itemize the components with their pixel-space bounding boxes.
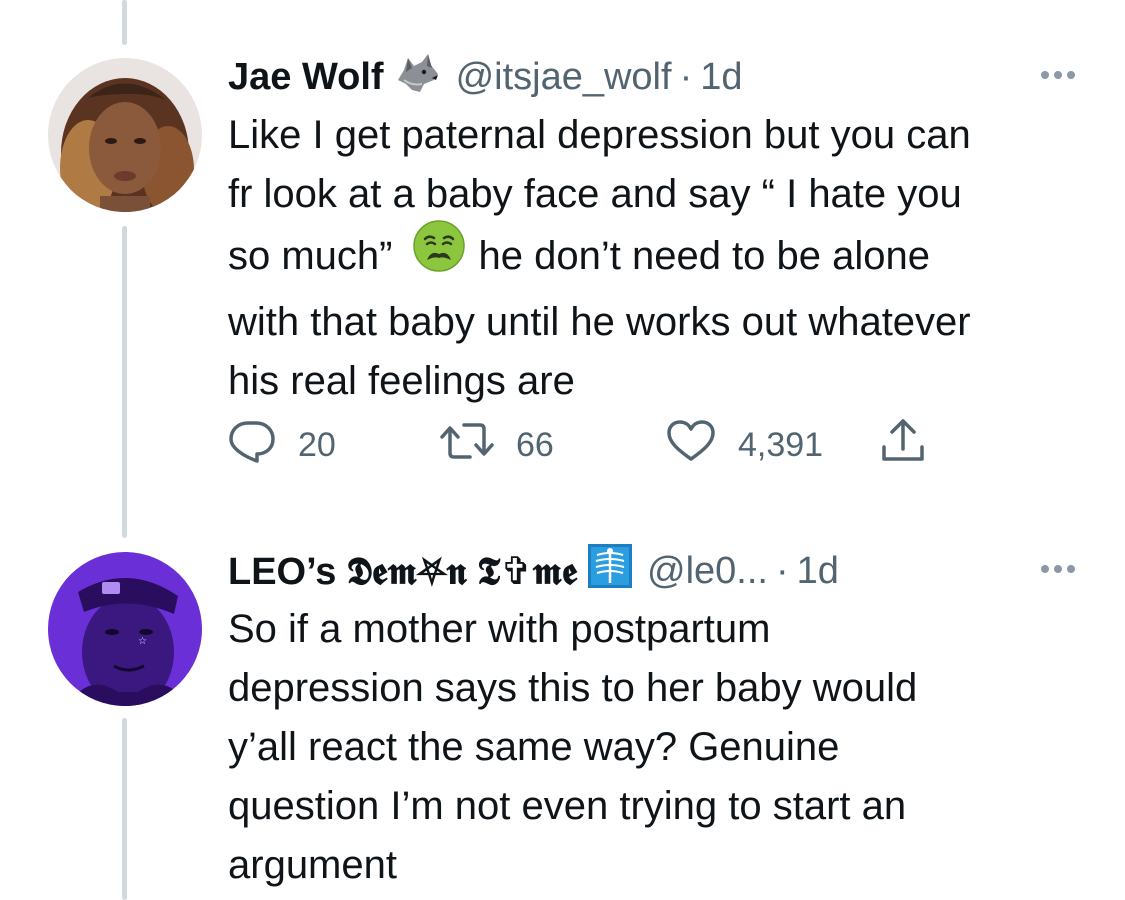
more-options-icon[interactable] [1028, 60, 1088, 90]
like-count: 4,391 [738, 425, 824, 464]
separator: · [679, 55, 693, 98]
text-line: depression says this to her baby would [228, 666, 918, 710]
tweet-thread: Jae Wolf @itsjae_wolf · 1d Like I get pa… [0, 0, 1125, 900]
tweet-leo[interactable]: ☆ LEO’s 𝕯𝖊𝖒⛧𝖓 𝕿✞𝖒𝖊 @le0... · 1d So if a … [0, 540, 1125, 900]
text-line: argument [228, 843, 397, 887]
tweet-content: LEO’s 𝕯𝖊𝖒⛧𝖓 𝕿✞𝖒𝖊 @le0... · 1d So if a mo… [228, 543, 1088, 895]
text-line: y’all react the same way? Genuine [228, 725, 840, 769]
tweet-text: So if a mother with postpartum depressio… [228, 600, 1088, 895]
reply-button[interactable]: 20 [228, 420, 336, 470]
nauseated-face-icon [412, 220, 465, 289]
avatar[interactable] [48, 58, 202, 212]
handle[interactable]: @le0... [647, 550, 768, 593]
handle[interactable]: @itsjae_wolf [456, 56, 672, 99]
text-line: fr look at a baby face and say “ I hate … [228, 172, 962, 216]
more-options-icon[interactable] [1028, 554, 1088, 584]
display-name[interactable]: Jae Wolf [228, 56, 384, 99]
like-button[interactable]: 4,391 [666, 419, 824, 472]
text-line: with that baby until he works out whatev… [228, 300, 971, 344]
separator: · [775, 549, 789, 592]
text-line: question I’m not even trying to start an [228, 784, 907, 828]
timestamp[interactable]: 1d [797, 550, 839, 593]
text-line: his real feelings are [228, 359, 575, 403]
text-line: So if a mother with postpartum [228, 607, 771, 651]
xray-emoji-icon [587, 543, 633, 599]
tweet-jae-wolf[interactable]: Jae Wolf @itsjae_wolf · 1d Like I get pa… [0, 0, 1125, 540]
share-icon [880, 417, 926, 474]
heart-icon [666, 419, 716, 472]
tweet-header: Jae Wolf @itsjae_wolf · 1d [228, 52, 1088, 102]
share-button[interactable] [880, 418, 926, 470]
tweet-content: Jae Wolf @itsjae_wolf · 1d Like I get pa… [228, 52, 1088, 464]
text-line: so much” he don’t need to be alone [228, 220, 1088, 293]
reply-count: 20 [298, 425, 336, 464]
text-segment: he don’t need to be alone [478, 234, 931, 279]
retweet-button[interactable]: 66 [440, 420, 554, 470]
tweet-text: Like I get paternal depression but you c… [228, 106, 1088, 411]
tweet-actions: 20 66 4,391 [228, 418, 948, 472]
tweet-header: LEO’s 𝕯𝖊𝖒⛧𝖓 𝕿✞𝖒𝖊 @le0... · 1d [228, 543, 1088, 599]
text-segment: so much” [228, 234, 393, 279]
reply-icon [228, 419, 276, 472]
timestamp[interactable]: 1d [700, 56, 742, 99]
display-name[interactable]: LEO’s 𝕯𝖊𝖒⛧𝖓 𝕿✞𝖒𝖊 [228, 549, 577, 594]
avatar[interactable]: ☆ [48, 552, 202, 706]
retweet-count: 66 [516, 425, 554, 464]
wolf-emoji-icon [394, 50, 442, 104]
retweet-icon [440, 419, 494, 472]
text-line: Like I get paternal depression but you c… [228, 113, 971, 157]
svg-text:☆: ☆ [138, 636, 147, 647]
